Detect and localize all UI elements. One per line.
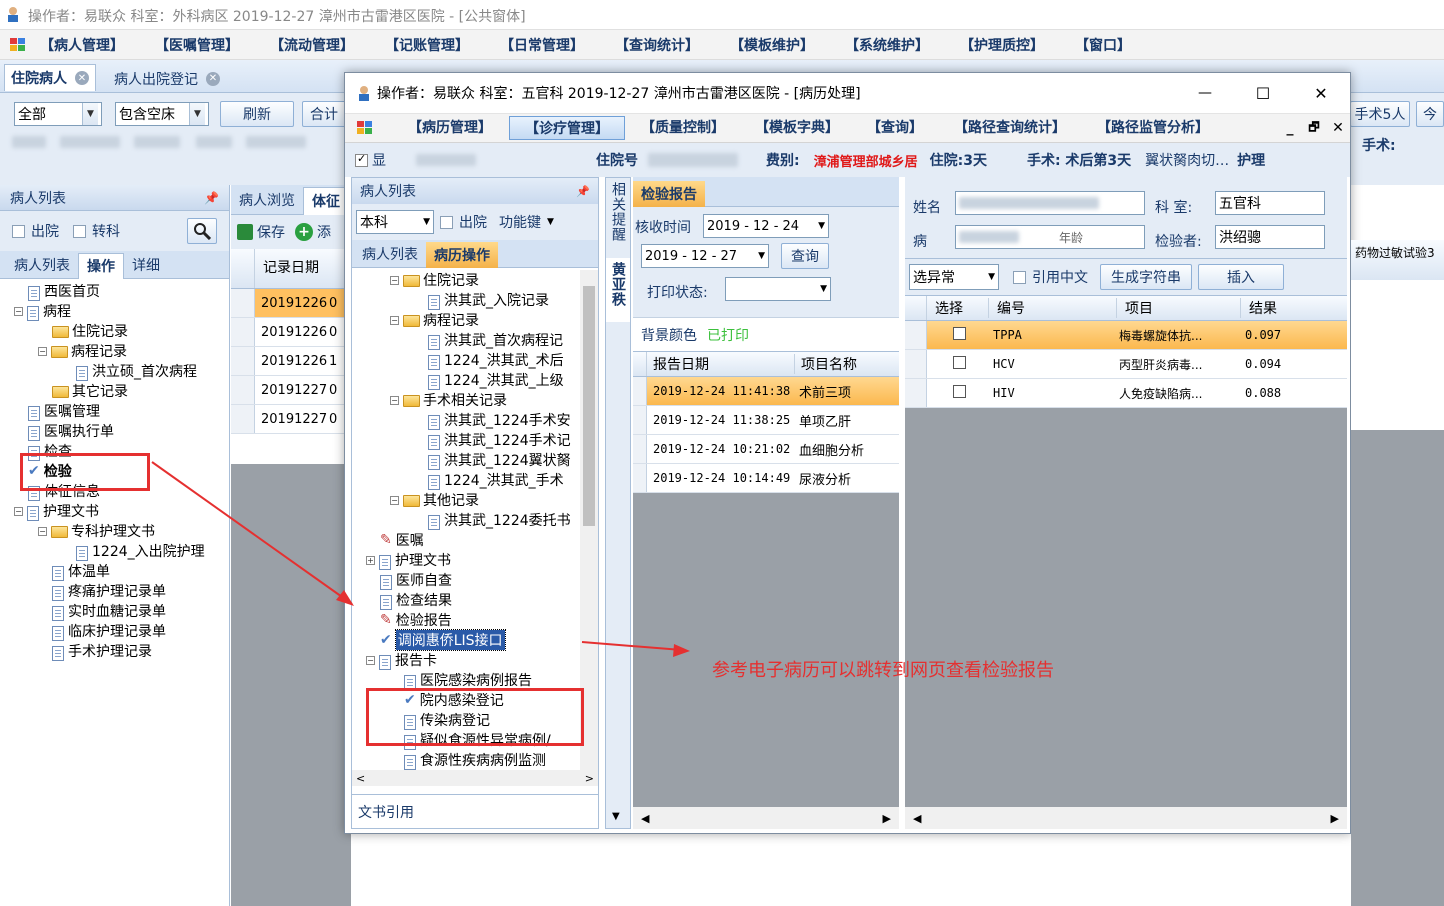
arrow-line-left <box>151 461 353 605</box>
annotation-arrows <box>151 461 690 657</box>
arrow-line-right <box>581 641 683 651</box>
arrow-head-right <box>673 644 690 657</box>
arrow-head-left <box>336 590 354 606</box>
annotation-text: 参考电子病历可以跳转到网页查看检验报告 <box>712 660 1054 681</box>
